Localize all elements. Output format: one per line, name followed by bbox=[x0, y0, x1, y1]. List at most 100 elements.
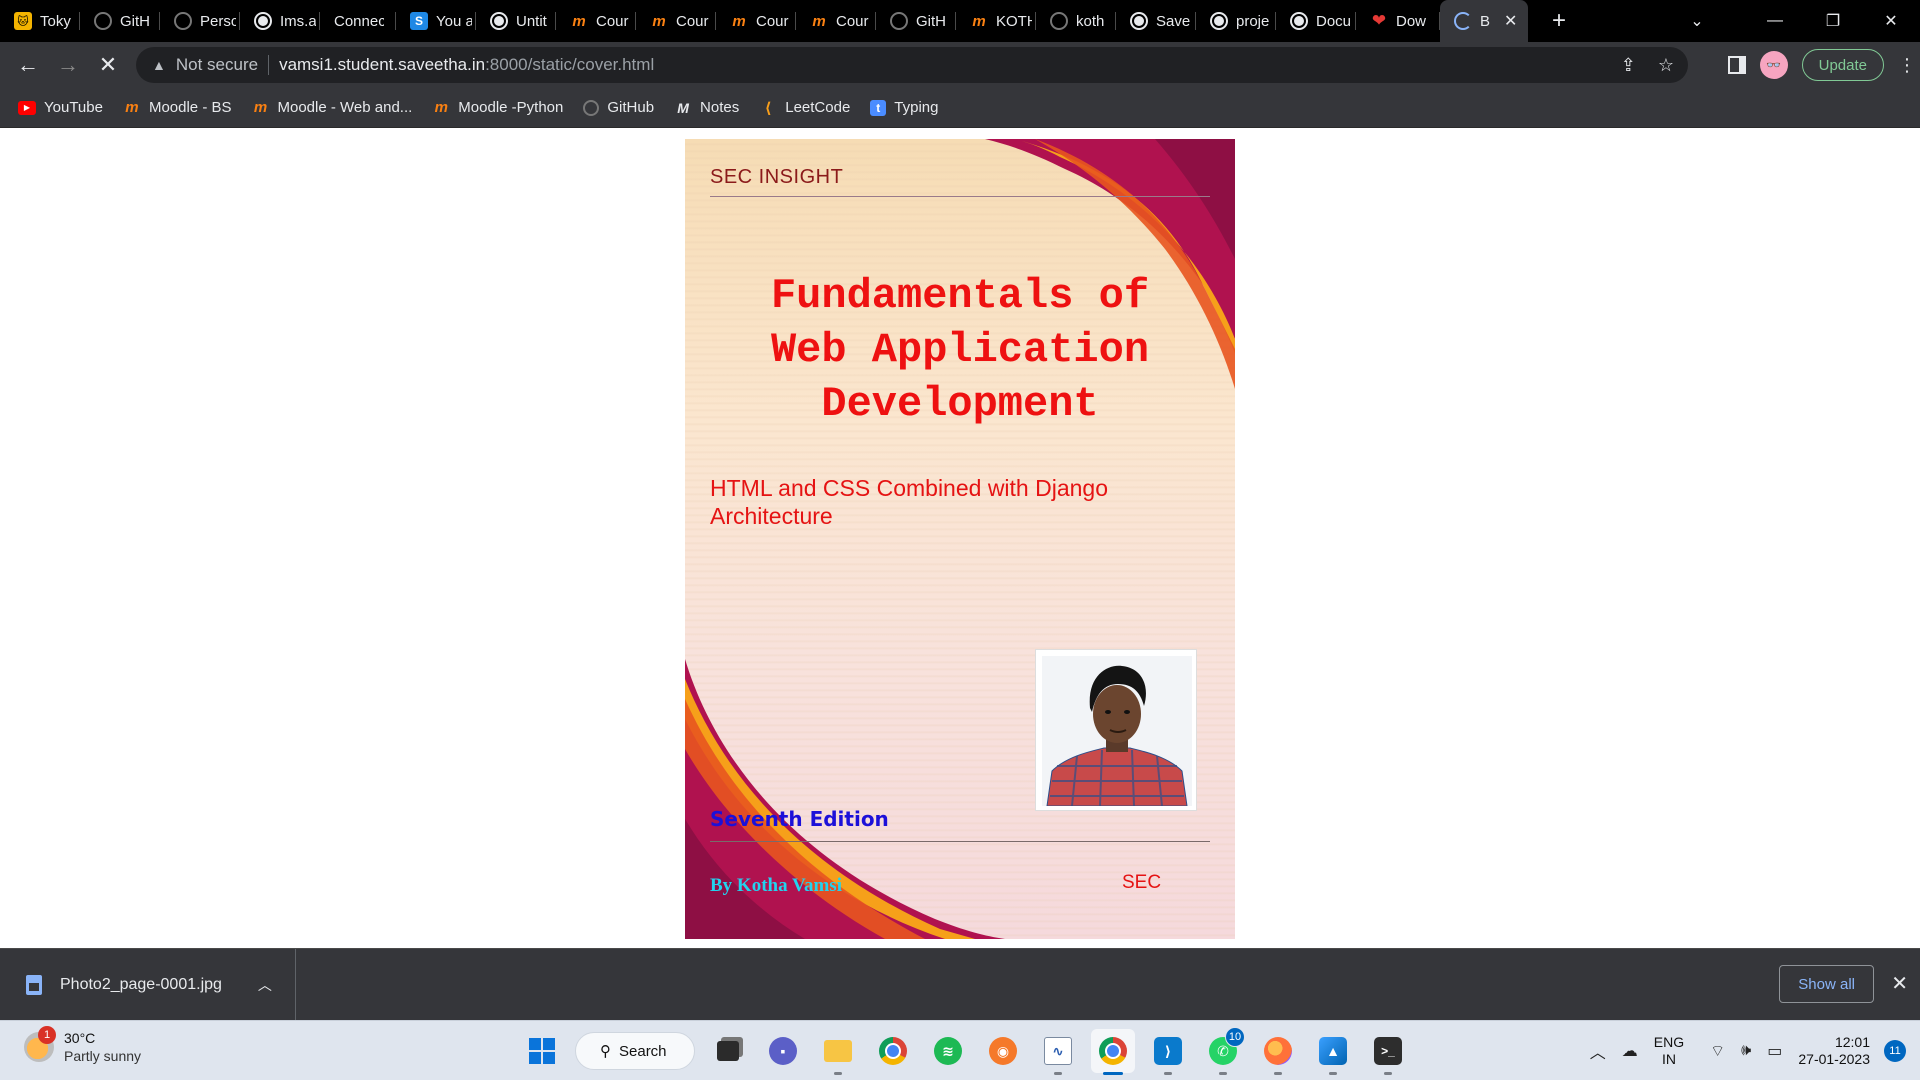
volume-icon[interactable]: 🕪 bbox=[1741, 1042, 1751, 1060]
windows-logo-icon bbox=[529, 1038, 555, 1064]
chat-icon: ▪ bbox=[769, 1037, 797, 1065]
bookmark-moodle-bs[interactable]: m Moodle - BS bbox=[123, 94, 231, 122]
tab-course-1[interactable]: m Cour bbox=[556, 0, 636, 42]
moodle-icon: m bbox=[732, 12, 746, 30]
minimize-icon: — bbox=[1767, 12, 1783, 29]
chrome-active-button[interactable] bbox=[1091, 1029, 1135, 1075]
whatsapp-button[interactable]: ✆ 10 bbox=[1201, 1027, 1245, 1075]
url-host[interactable]: vamsi1.student.saveetha.in bbox=[279, 55, 485, 75]
tab-personal[interactable]: Persc bbox=[160, 0, 240, 42]
bookmark-leetcode[interactable]: ⟨ LeetCode bbox=[759, 94, 851, 122]
share-icon[interactable]: ⇪ bbox=[1621, 55, 1636, 76]
bookmark-typing[interactable]: t Typing bbox=[870, 94, 939, 122]
cat-icon: 🐱 bbox=[14, 12, 32, 30]
back-button[interactable]: ← bbox=[8, 45, 48, 85]
vscode-button[interactable]: ⟩ bbox=[1146, 1029, 1190, 1075]
tab-course-3[interactable]: m Cour bbox=[716, 0, 796, 42]
profile-avatar[interactable]: 👓 bbox=[1759, 51, 1788, 79]
show-all-downloads-button[interactable]: Show all bbox=[1779, 965, 1874, 1003]
update-button[interactable]: Update bbox=[1801, 49, 1884, 81]
task-view-button[interactable] bbox=[706, 1029, 750, 1073]
bookmark-github[interactable]: GitHub bbox=[583, 94, 654, 122]
download-item[interactable]: Photo2_page-0001.jpg ︿ bbox=[0, 948, 296, 1021]
tab-save[interactable]: Save bbox=[1116, 0, 1196, 42]
github-icon bbox=[583, 99, 600, 116]
tab-you[interactable]: S You a bbox=[396, 0, 476, 42]
tab-course-2[interactable]: m Cour bbox=[636, 0, 716, 42]
weather-badge: 1 bbox=[38, 1026, 56, 1044]
new-tab-button[interactable]: + bbox=[1542, 0, 1576, 42]
cover-title-line: Development bbox=[821, 380, 1099, 428]
chevron-up-icon[interactable]: ︿ bbox=[258, 975, 272, 995]
bookmark-youtube[interactable]: ▶ YouTube bbox=[18, 94, 103, 122]
tab-docs[interactable]: Docu bbox=[1276, 0, 1356, 42]
page-viewport: SEC INSIGHT Fundamentals of Web Applicat… bbox=[0, 128, 1920, 948]
tab-active-cover[interactable]: B ✕ bbox=[1440, 0, 1528, 42]
performance-monitor-button[interactable]: ∿ bbox=[1036, 1029, 1080, 1075]
bookmark-moodle-web[interactable]: m Moodle - Web and... bbox=[252, 94, 412, 122]
terminal-button[interactable]: >_ bbox=[1366, 1029, 1410, 1075]
search-icon: ⚲ bbox=[600, 1043, 611, 1060]
onedrive-icon[interactable]: ☁ bbox=[1622, 1041, 1638, 1061]
start-button[interactable] bbox=[520, 1029, 564, 1073]
tab-github-1[interactable]: GitH bbox=[80, 0, 160, 42]
notification-badge[interactable]: 11 bbox=[1884, 1040, 1906, 1062]
blender-button[interactable]: ◉ bbox=[981, 1029, 1025, 1073]
chevron-up-icon[interactable]: ︿ bbox=[1590, 1039, 1606, 1063]
glasses-icon: 👓 bbox=[1766, 58, 1782, 72]
forward-button[interactable]: → bbox=[48, 45, 88, 85]
wifi-icon[interactable]: ⌔ bbox=[1710, 1041, 1725, 1061]
terminal-icon: >_ bbox=[1374, 1037, 1402, 1065]
whatsapp-badge: 10 bbox=[1225, 1027, 1245, 1047]
author-photo bbox=[1035, 649, 1197, 811]
clock[interactable]: 12:01 27-01-2023 bbox=[1798, 1034, 1870, 1068]
close-download-shelf-icon[interactable]: ✕ bbox=[1891, 971, 1908, 996]
weather-condition: Partly sunny bbox=[64, 1048, 142, 1064]
restore-button[interactable]: ❐ bbox=[1804, 0, 1862, 42]
minimize-button[interactable]: — bbox=[1746, 0, 1804, 42]
arrow-left-icon: ← bbox=[17, 52, 39, 77]
tab-koth-1[interactable]: mKOTH bbox=[956, 0, 1036, 42]
spotify-button[interactable]: ≋ bbox=[926, 1029, 970, 1073]
bookmark-notes[interactable]: M Notes bbox=[674, 94, 739, 122]
blender-icon: ◉ bbox=[989, 1037, 1017, 1065]
download-file-name[interactable]: Photo2_page-0001.jpg bbox=[60, 976, 222, 994]
tab-tokyo[interactable]: 🐱 Toky bbox=[0, 0, 80, 42]
photos-button[interactable]: ▲ bbox=[1311, 1029, 1355, 1075]
more-menu-icon[interactable]: ⋮ bbox=[1898, 55, 1916, 76]
warning-icon[interactable]: ▲ bbox=[152, 57, 166, 73]
moodle-icon: m bbox=[125, 99, 139, 116]
tab-project[interactable]: proje bbox=[1196, 0, 1276, 42]
moodle-icon: m bbox=[253, 99, 268, 116]
side-panel-icon[interactable] bbox=[1727, 56, 1746, 74]
teams-chat-button[interactable]: ▪ bbox=[761, 1029, 805, 1073]
close-window-button[interactable]: ✕ bbox=[1862, 0, 1920, 42]
partly-sunny-icon: 1 bbox=[24, 1026, 56, 1062]
tab-search-button[interactable]: ⌄ bbox=[1668, 0, 1726, 42]
battery-icon[interactable]: ▭ bbox=[1767, 1041, 1782, 1061]
task-view-icon bbox=[717, 1041, 739, 1061]
bookmark-moodle-python[interactable]: m Moodle -Python bbox=[432, 94, 564, 122]
star-icon[interactable]: ☆ bbox=[1658, 55, 1674, 76]
moodle-icon: m bbox=[434, 99, 448, 116]
address-bar[interactable]: ▲ Not secure vamsi1.student.saveetha.in:… bbox=[136, 47, 1688, 83]
security-label[interactable]: Not secure bbox=[176, 55, 258, 75]
weather-widget[interactable]: 1 30°C Partly sunny bbox=[24, 1026, 142, 1065]
stop-loading-button[interactable]: ✕ bbox=[88, 45, 128, 85]
tab-koth-2[interactable]: koth bbox=[1036, 0, 1116, 42]
tab-ims[interactable]: Ims.a bbox=[240, 0, 320, 42]
tab-untitled[interactable]: Untit bbox=[476, 0, 556, 42]
language-indicator[interactable]: ENG IN bbox=[1654, 1034, 1684, 1068]
taskbar-search[interactable]: ⚲ Search bbox=[575, 1032, 695, 1070]
tab-connect[interactable]: Connect bbox=[320, 0, 396, 42]
notes-icon: M bbox=[677, 99, 689, 116]
url-path[interactable]: :8000/static/cover.html bbox=[485, 55, 654, 75]
globe-icon bbox=[254, 12, 272, 30]
firefox-button[interactable] bbox=[1256, 1029, 1300, 1075]
tab-download[interactable]: ❤ Dow bbox=[1356, 0, 1440, 42]
tab-close-icon[interactable]: ✕ bbox=[1504, 11, 1517, 31]
tab-github-2[interactable]: GitH bbox=[876, 0, 956, 42]
chrome-pinned-button[interactable] bbox=[871, 1029, 915, 1073]
file-explorer-button[interactable] bbox=[816, 1029, 860, 1075]
tab-course-4[interactable]: m Cour bbox=[796, 0, 876, 42]
